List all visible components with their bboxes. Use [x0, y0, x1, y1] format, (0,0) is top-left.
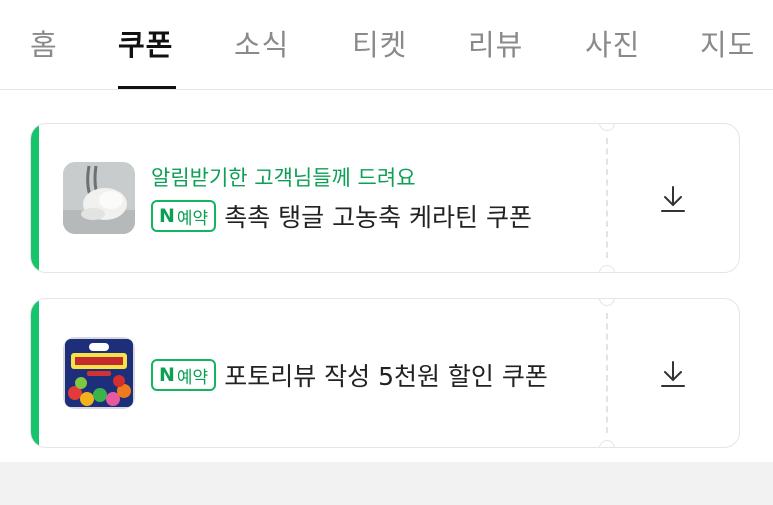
- download-icon: [661, 361, 685, 387]
- reservation-badge: N 예약: [151, 200, 217, 232]
- coupon-title-row: N 예약 촉촉 탱글 고농축 케라틴 쿠폰: [151, 198, 532, 234]
- naver-n-logo: N: [159, 364, 175, 386]
- coupon-accent-bar: [31, 299, 39, 447]
- cream-product-thumbnail: [63, 162, 135, 234]
- badge-label: 예약: [176, 367, 209, 388]
- tab-ticket[interactable]: 티켓: [352, 22, 407, 64]
- ticket-notch: [599, 265, 615, 272]
- ticket-notch: [599, 124, 615, 131]
- candy-box-thumbnail: [63, 337, 135, 409]
- section-separator: [0, 462, 773, 505]
- ticket-divider: [606, 138, 608, 258]
- tab-map[interactable]: 지도: [700, 22, 755, 64]
- ticket-notch: [599, 299, 615, 306]
- reservation-badge: N 예약: [151, 359, 217, 391]
- tab-home[interactable]: 홈: [30, 22, 58, 64]
- tab-news[interactable]: 소식: [234, 22, 289, 64]
- download-coupon-button[interactable]: [643, 349, 703, 399]
- active-tab-indicator: [118, 86, 176, 89]
- coupon-title: 포토리뷰 작성 5천원 할인 쿠폰: [224, 362, 548, 391]
- tab-photo[interactable]: 사진: [585, 22, 640, 64]
- download-icon: [661, 186, 685, 212]
- ticket-notch: [599, 440, 615, 447]
- naver-n-logo: N: [159, 205, 175, 227]
- tab-bar: 홈 쿠폰 소식 티켓 리뷰 사진 지도: [0, 0, 773, 90]
- tab-coupon[interactable]: 쿠폰: [118, 22, 173, 64]
- tab-review[interactable]: 리뷰: [468, 22, 523, 64]
- coupon-card: 알림받기한 고객님들께 드려요 N 예약 촉촉 탱글 고농축 케라틴 쿠폰: [30, 123, 740, 273]
- coupon-title: 촉촉 탱글 고농축 케라틴 쿠폰: [224, 203, 532, 232]
- coupon-accent-bar: [31, 124, 39, 272]
- badge-label: 예약: [176, 208, 209, 229]
- coupon-card: N 예약 포토리뷰 작성 5천원 할인 쿠폰: [30, 298, 740, 448]
- coupon-subtitle: 알림받기한 고객님들께 드려요: [151, 166, 416, 190]
- coupon-title-row: N 예약 포토리뷰 작성 5천원 할인 쿠폰: [151, 357, 548, 393]
- download-coupon-button[interactable]: [643, 174, 703, 224]
- ticket-divider: [606, 313, 608, 433]
